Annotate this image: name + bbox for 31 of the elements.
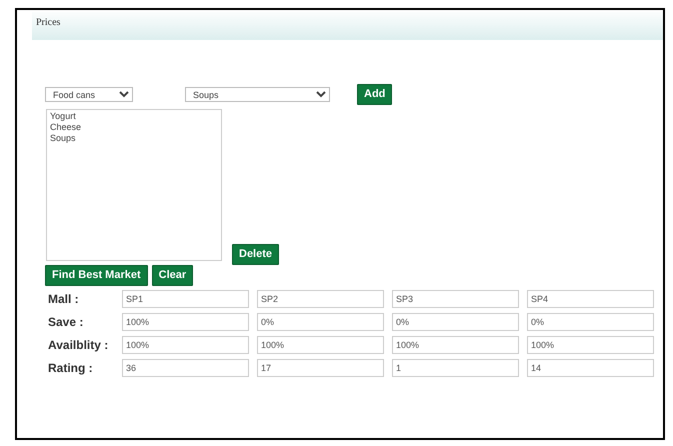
value-field[interactable]: 36 <box>122 359 249 377</box>
list-item[interactable]: Soups <box>50 133 218 144</box>
add-button[interactable]: Add <box>357 84 392 105</box>
list-item[interactable]: Cheese <box>50 122 218 133</box>
clear-button[interactable]: Clear <box>152 265 194 286</box>
delete-button[interactable]: Delete <box>232 244 280 265</box>
row-label: Rating : <box>48 360 94 377</box>
item-list[interactable]: Yogurt Cheese Soups <box>46 109 222 261</box>
value-field[interactable]: SP1 <box>122 290 249 308</box>
value-field[interactable]: 100% <box>122 313 249 331</box>
value-field[interactable]: 17 <box>257 359 384 377</box>
find-best-market-button[interactable]: Find Best Market <box>45 265 148 286</box>
value-field[interactable]: 0% <box>392 313 519 331</box>
value-field[interactable]: 14 <box>527 359 654 377</box>
value-field[interactable]: SP4 <box>527 290 654 308</box>
category-dropdown[interactable]: Food cans <box>45 87 133 102</box>
value-field[interactable]: 0% <box>257 313 384 331</box>
row-label: Availblity : <box>48 337 110 354</box>
row-label: Save : <box>48 314 84 331</box>
value-field[interactable]: 100% <box>257 336 384 354</box>
value-field[interactable]: SP3 <box>392 290 519 308</box>
value-field[interactable]: 100% <box>527 336 654 354</box>
list-item[interactable]: Yogurt <box>50 111 218 122</box>
item-dropdown[interactable]: Soups <box>185 87 330 102</box>
row-label: Mall : <box>48 291 80 308</box>
value-field[interactable]: 100% <box>392 336 519 354</box>
value-field[interactable]: 1 <box>392 359 519 377</box>
header-title: Prices <box>36 16 60 30</box>
value-field[interactable]: 100% <box>122 336 249 354</box>
value-field[interactable]: SP2 <box>257 290 384 308</box>
value-field[interactable]: 0% <box>527 313 654 331</box>
